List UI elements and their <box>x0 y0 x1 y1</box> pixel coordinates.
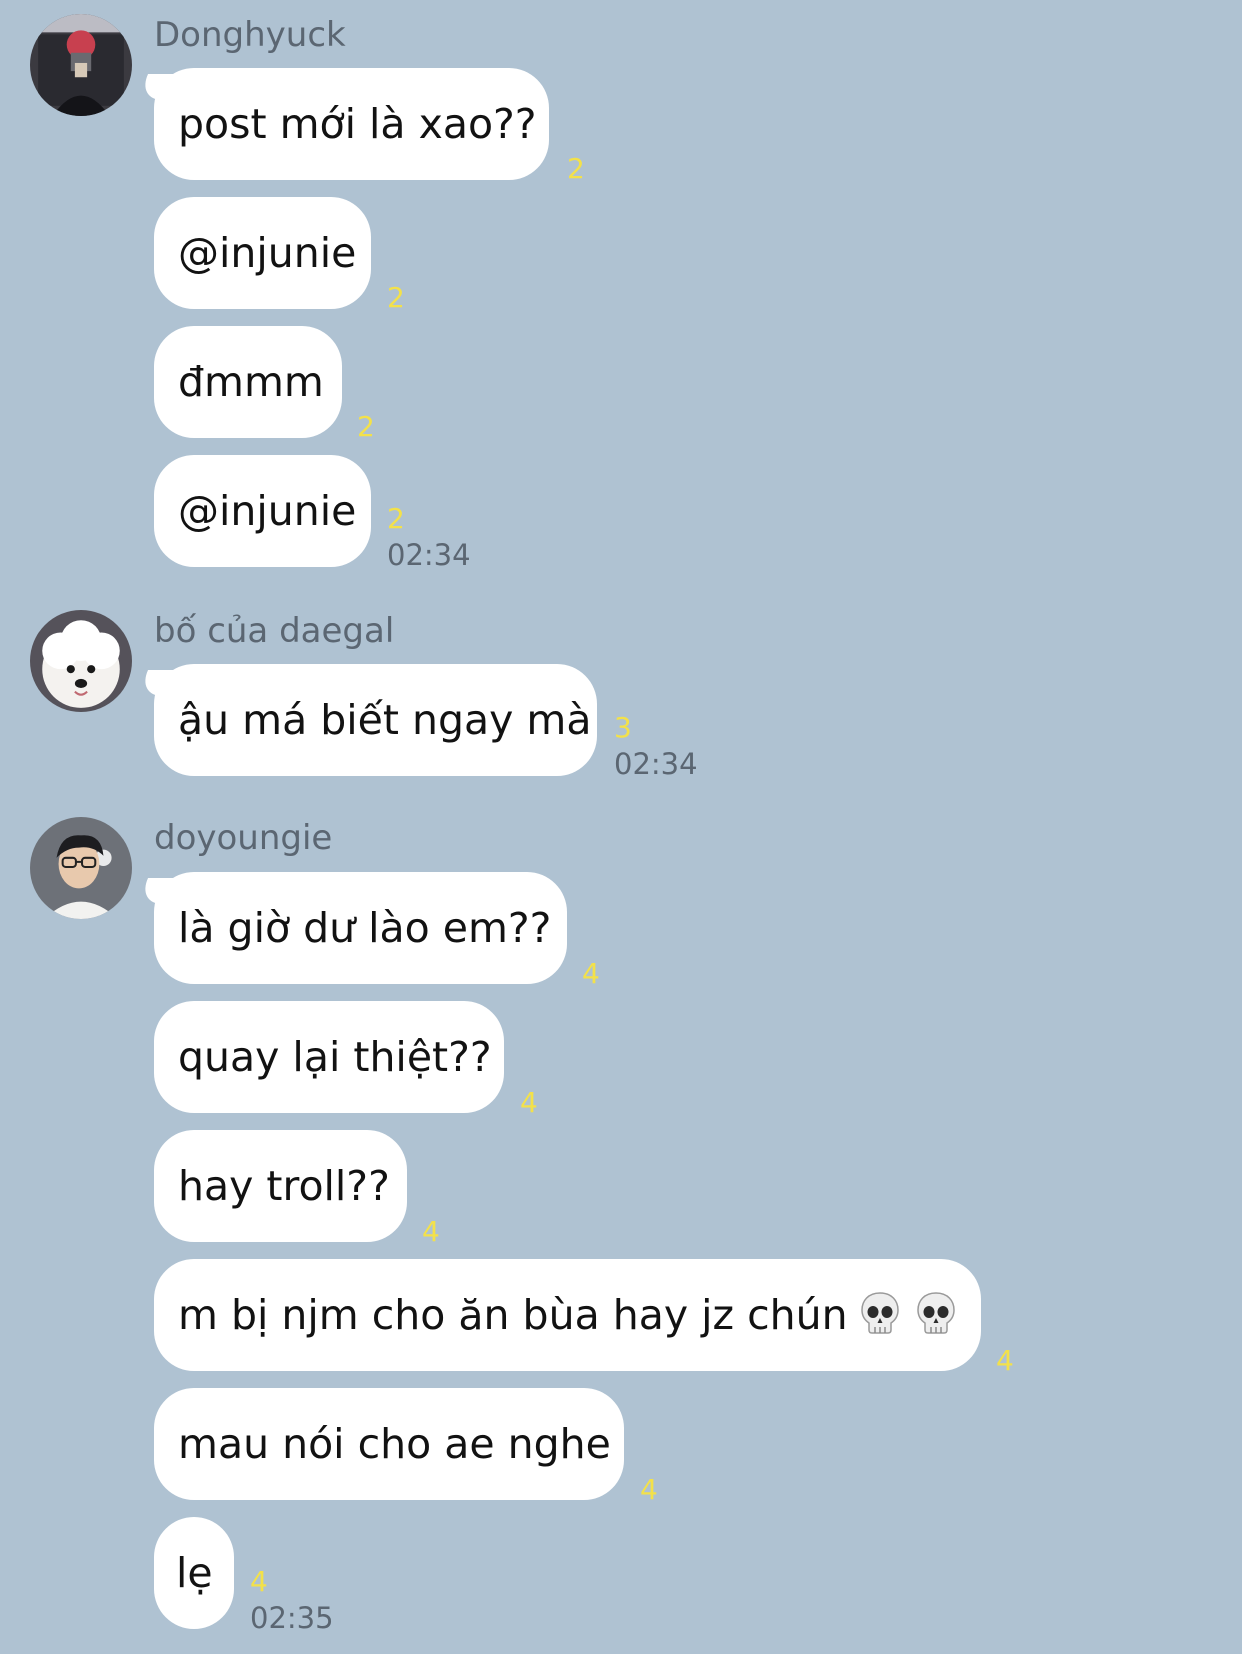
unread-count: 3 <box>614 711 632 744</box>
message-bubble[interactable]: mau nói cho ae nghe <box>154 1388 624 1500</box>
message-text: là giờ dư lào em?? <box>178 904 552 952</box>
unread-count: 2 <box>387 502 405 535</box>
message-bubble[interactable]: @injunie <box>154 197 371 309</box>
message-bubble[interactable]: quay lại thiệt?? <box>154 1001 504 1113</box>
message-bubble[interactable]: đmmm <box>154 326 342 438</box>
avatar-white-dog-icon <box>30 610 132 712</box>
message-text: m bị njm cho ăn bùa hay jz chún <box>178 1291 848 1339</box>
message-bubble[interactable]: hay troll?? <box>154 1130 407 1242</box>
unread-count: 4 <box>640 1473 658 1506</box>
sender-name: bố của daegal <box>154 611 395 651</box>
avatar-donghyuck[interactable] <box>30 14 132 116</box>
sender-name: Donghyuck <box>154 15 346 55</box>
message-bubble[interactable]: lẹ <box>154 1517 234 1629</box>
sender-name: doyoungie <box>154 818 333 858</box>
message-bubble[interactable]: @injunie <box>154 455 371 567</box>
message-text: mau nói cho ae nghe <box>178 1420 611 1468</box>
avatar-red-hair-mirror-selfie-icon <box>30 14 132 116</box>
message-text: quay lại thiệt?? <box>178 1033 492 1081</box>
message-text: post mới là xao?? <box>178 100 537 148</box>
unread-count: 2 <box>387 281 405 314</box>
message-bubble[interactable]: post mới là xao?? <box>154 68 549 180</box>
unread-count: 4 <box>422 1215 440 1248</box>
message-text: ậu má biết ngay mà <box>178 696 592 744</box>
skull-emoji-icon <box>856 1289 904 1337</box>
unread-count: 4 <box>582 957 600 990</box>
message-text: @injunie <box>178 487 357 535</box>
message-text: đmmm <box>178 358 324 406</box>
message-bubble[interactable]: m bị njm cho ăn bùa hay jz chún <box>154 1259 981 1371</box>
timestamp: 02:34 <box>387 538 471 572</box>
timestamp: 02:35 <box>250 1601 334 1635</box>
unread-count: 2 <box>357 410 375 443</box>
message-text: hay troll?? <box>178 1162 390 1210</box>
avatar-doyoungie[interactable] <box>30 817 132 919</box>
unread-count: 4 <box>250 1565 268 1598</box>
unread-count: 2 <box>567 152 585 185</box>
unread-count: 4 <box>520 1086 538 1119</box>
timestamp: 02:34 <box>614 747 698 781</box>
message-bubble[interactable]: là giờ dư lào em?? <box>154 872 567 984</box>
unread-count: 4 <box>996 1344 1014 1377</box>
message-text: @injunie <box>178 229 357 277</box>
skull-emoji-icon <box>912 1289 960 1337</box>
message-text: lẹ <box>176 1549 213 1597</box>
avatar-bo-cua-daegal[interactable] <box>30 610 132 712</box>
message-bubble[interactable]: ậu má biết ngay mà <box>154 664 597 776</box>
avatar-person-glasses-icon <box>30 817 132 919</box>
